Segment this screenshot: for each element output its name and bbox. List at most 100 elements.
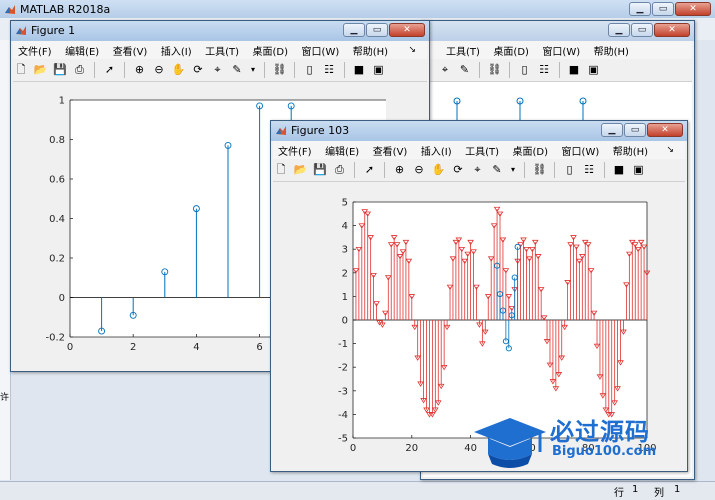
colorbar-icon[interactable]: ▯ [303,63,317,77]
main-minimize-button[interactable]: ▁ [629,2,651,16]
save-icon[interactable]: 💾 [53,63,67,77]
print-icon[interactable]: ⎙ [333,163,347,177]
figure1-minimize-button[interactable]: ▁ [343,23,365,37]
figure1-menu-file[interactable]: 文件(F) [13,41,57,58]
background-restore-button[interactable]: ▭ [631,23,653,37]
figure1-menu-insert[interactable]: 插入(I) [156,41,197,58]
y-tick-label: 2 [342,268,348,279]
background-close-button[interactable]: ✕ [654,23,690,37]
y-tick-label: 0.4 [49,214,65,225]
figure103-menu-help[interactable]: 帮助(H) [608,141,653,158]
bg-toolbar-separator [558,62,560,78]
x-tick-label: 0 [350,443,356,454]
figure103-menu-edit[interactable]: 编辑(E) [320,141,364,158]
link-plot-icon[interactable]: ⛓ [273,63,287,77]
figure1-close-button[interactable]: ✕ [389,23,425,37]
figure103-titlebar[interactable]: Figure 103 ▁ ▭ ✕ [271,121,687,141]
background-menu-bar: 工具(T) 桌面(D) 窗口(W) 帮助(H) [423,41,692,59]
pan-hand-icon[interactable]: ✋ [172,63,186,77]
figure103-menu-insert[interactable]: 插入(I) [416,141,457,158]
bg-colorbar-icon[interactable]: ▯ [518,63,532,77]
show-plot-tools-icon[interactable]: ▣ [632,163,646,177]
zoom-in-icon[interactable]: ⊕ [133,63,147,77]
background-menu-desktop[interactable]: 桌面(D) [488,41,534,58]
figure1-dock-arrow-icon[interactable]: ↘ [403,43,421,55]
figure103-menu-tools[interactable]: 工具(T) [460,141,504,158]
figure1-menu-desktop[interactable]: 桌面(D) [248,41,294,58]
save-icon[interactable]: 💾 [313,163,327,177]
data-cursor-icon[interactable]: ⌖ [211,63,225,77]
figure103-dock-arrow-icon[interactable]: ↘ [661,143,679,155]
status-row-value: 1 [632,484,639,495]
main-window-title: MATLAB R2018a [20,3,111,16]
figure1-menu-edit[interactable]: 编辑(E) [60,41,104,58]
figure103-restore-button[interactable]: ▭ [624,123,646,137]
background-menu-help[interactable]: 帮助(H) [589,41,634,58]
figure103-window-controls: ▁ ▭ ✕ [601,123,683,138]
figure1-menu-help[interactable]: 帮助(H) [348,41,393,58]
link-plot-icon[interactable]: ⛓ [533,163,547,177]
figure1-titlebar[interactable]: Figure 1 ▁ ▭ ✕ [11,21,429,41]
figure103-menu-window[interactable]: 窗口(W) [557,141,605,158]
figure103-menu-desktop[interactable]: 桌面(D) [508,141,554,158]
bg-show-tools-icon[interactable]: ▣ [587,63,601,77]
background-menu-window[interactable]: 窗口(W) [537,41,585,58]
x-tick-label: 6 [256,342,262,353]
figure1-toolbar: 🗋 📂 💾 ⎙ ➚ ⊕ ⊖ ✋ ⟳ ⌖ ✎ ▾ ⛓ ▯ ☷ ■ ▣ [13,59,427,82]
toolbar-separator [294,62,295,78]
brush-dropdown-icon[interactable]: ▾ [250,63,257,77]
rotate-3d-icon[interactable]: ⟳ [191,63,205,77]
bg-link-icon[interactable]: ⛓ [488,63,502,77]
bg-data-cursor-icon[interactable]: ⌖ [438,63,452,77]
show-plot-tools-icon[interactable]: ▣ [372,63,386,77]
data-cursor-icon[interactable]: ⌖ [471,163,485,177]
colorbar-icon[interactable]: ▯ [563,163,577,177]
y-tick-label: -0.2 [45,333,65,344]
brush-dropdown-icon[interactable]: ▾ [510,163,517,177]
main-close-button[interactable]: ✕ [675,2,711,16]
background-minimize-button[interactable]: ▁ [608,23,630,37]
bg-hide-tools-icon[interactable]: ■ [567,63,581,77]
toolbar-separator [384,162,385,178]
hide-plot-tools-icon[interactable]: ■ [352,63,366,77]
open-file-icon[interactable]: 📂 [34,63,48,77]
new-figure-icon[interactable]: 🗋 [274,163,288,177]
figure103-menu-view[interactable]: 查看(V) [368,141,413,158]
figure103-close-button[interactable]: ✕ [647,123,683,137]
zoom-out-icon[interactable]: ⊖ [412,163,426,177]
bg-legend-icon[interactable]: ☷ [537,63,551,77]
figure103-minimize-button[interactable]: ▁ [601,123,623,137]
brush-icon[interactable]: ✎ [490,163,504,177]
legend-icon[interactable]: ☷ [322,63,336,77]
pan-hand-icon[interactable]: ✋ [432,163,446,177]
rotate-3d-icon[interactable]: ⟳ [451,163,465,177]
legend-icon[interactable]: ☷ [582,163,596,177]
bg-brush-icon[interactable]: ✎ [458,63,472,77]
figure1-restore-button[interactable]: ▭ [366,23,388,37]
y-tick-label: 0.8 [49,135,65,146]
edit-plot-arrow-icon[interactable]: ➚ [363,163,377,177]
x-tick-label: 2 [130,342,136,353]
main-restore-button[interactable]: ▭ [652,2,674,16]
figure1-menu-bar: 文件(F) 编辑(E) 查看(V) 插入(I) 工具(T) 桌面(D) 窗口(W… [13,41,427,59]
x-tick-label: 20 [405,443,418,454]
background-menu-tools[interactable]: 工具(T) [441,41,485,58]
toolbar-separator [603,162,605,178]
zoom-out-icon[interactable]: ⊖ [152,63,166,77]
y-tick-label: 3 [342,245,348,256]
print-icon[interactable]: ⎙ [73,63,87,77]
toolbar-separator [94,62,95,78]
figure1-menu-window[interactable]: 窗口(W) [297,41,345,58]
zoom-in-icon[interactable]: ⊕ [393,163,407,177]
open-file-icon[interactable]: 📂 [294,163,308,177]
hide-plot-tools-icon[interactable]: ■ [612,163,626,177]
figure1-menu-view[interactable]: 查看(V) [108,41,153,58]
figure1-menu-tools[interactable]: 工具(T) [200,41,244,58]
edit-plot-arrow-icon[interactable]: ➚ [103,63,117,77]
main-titlebar[interactable]: MATLAB R2018a ▁ ▭ ✕ [0,0,715,18]
background-figure-titlebar[interactable]: ▁ ▭ ✕ [421,21,694,41]
figure103-menu-file[interactable]: 文件(F) [273,141,317,158]
new-figure-icon[interactable]: 🗋 [14,63,28,77]
brush-icon[interactable]: ✎ [230,63,244,77]
figure1-window-controls: ▁ ▭ ✕ [343,23,425,38]
